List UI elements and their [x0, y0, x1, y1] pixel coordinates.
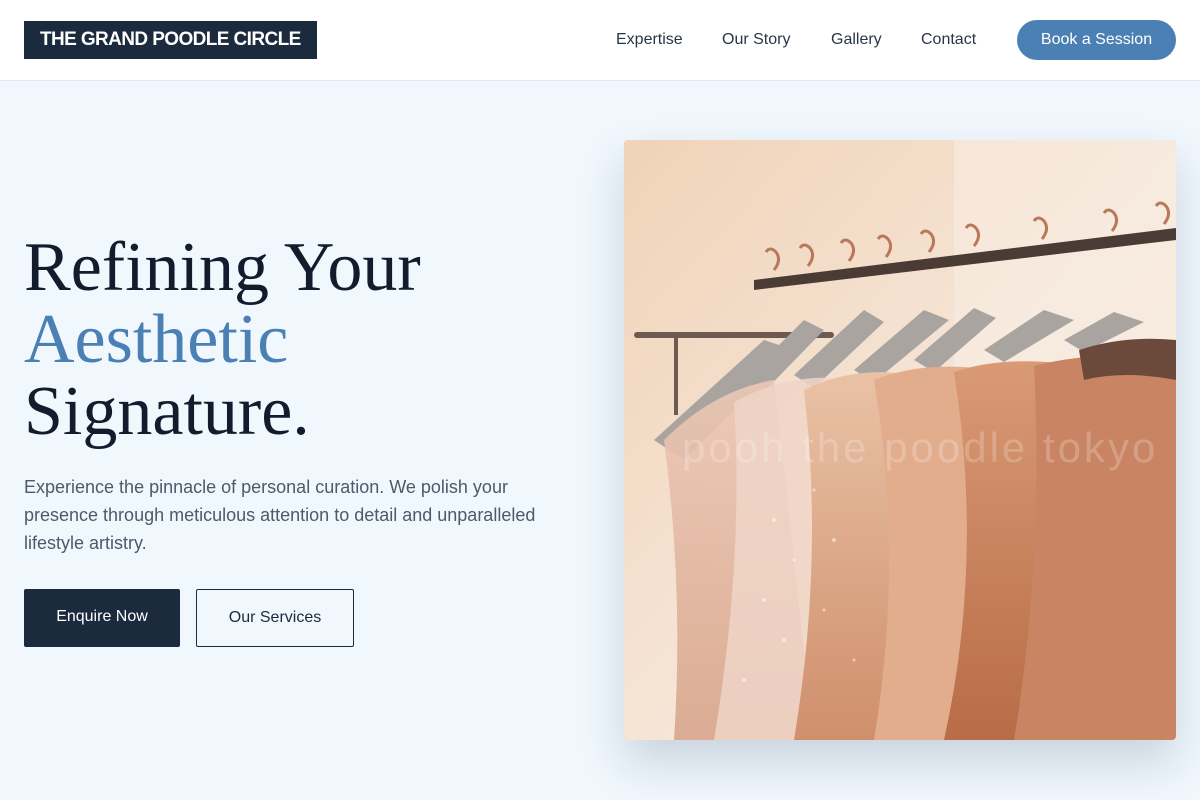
hero-description: Experience the pinnacle of personal cura…: [24, 477, 536, 553]
hero-image: pooh the poodle tokyo: [624, 140, 1176, 740]
headline-accent: Aesthetic: [24, 301, 289, 378]
headline-line-1: Refining Your: [24, 229, 421, 306]
nav-link-expertise[interactable]: Expertise: [616, 20, 683, 60]
hero-headline: Refining Your Aesthetic Signature.: [24, 232, 421, 448]
our-services-button[interactable]: Our Services: [196, 589, 354, 647]
image-watermark: pooh the poodle tokyo: [682, 424, 1159, 471]
headline-line-3: Signature.: [24, 373, 310, 450]
enquire-now-button[interactable]: Enquire Now: [24, 589, 180, 647]
nav-link-gallery[interactable]: Gallery: [831, 20, 882, 60]
nav-link-contact[interactable]: Contact: [921, 20, 976, 60]
nav-link-our-story[interactable]: Our Story: [722, 20, 790, 60]
site-logo[interactable]: THE GRAND POODLE CIRCLE: [24, 21, 317, 59]
site-header: THE GRAND POODLE CIRCLE Expertise Our St…: [0, 0, 1200, 81]
book-session-button[interactable]: Book a Session: [1017, 20, 1176, 60]
